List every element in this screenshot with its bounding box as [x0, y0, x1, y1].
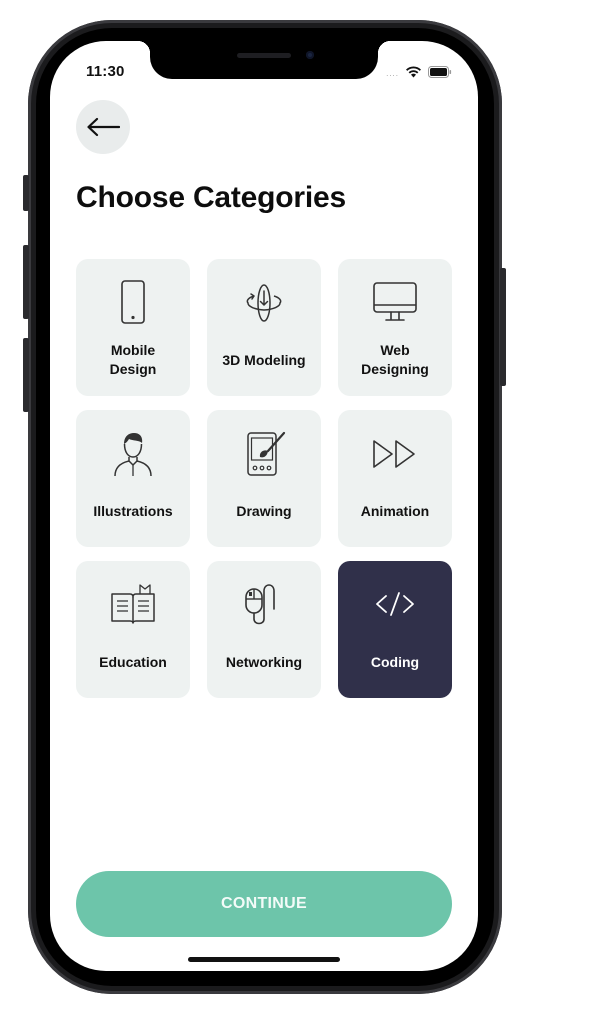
speaker [237, 53, 291, 58]
category-label: Animation [360, 502, 430, 519]
category-label: 3D Modeling [222, 351, 306, 368]
category-card-networking[interactable]: Networking [207, 561, 321, 698]
back-button[interactable] [76, 100, 130, 154]
tablet-brush-icon [240, 430, 288, 478]
silent-switch [23, 175, 29, 211]
status-time: 11:30 [86, 63, 125, 80]
arrow-left-icon [87, 117, 120, 137]
home-indicator [188, 957, 340, 962]
person-illustration-icon [109, 430, 157, 478]
category-card-education[interactable]: Education [76, 561, 190, 698]
category-label: Web Designing [361, 342, 429, 377]
smartphone-icon [109, 279, 157, 327]
category-card-web-designing[interactable]: Web Designing [338, 259, 452, 396]
category-label: Coding [370, 653, 420, 670]
category-card-animation[interactable]: Animation [338, 410, 452, 547]
volume-down-button [23, 338, 29, 412]
rotate-3d-icon [240, 279, 288, 327]
camera [306, 51, 314, 59]
battery-icon [428, 65, 452, 83]
category-label: Illustrations [93, 502, 173, 519]
category-label: Education [99, 653, 167, 670]
category-label: Networking [225, 653, 303, 670]
category-card-drawing[interactable]: Drawing [207, 410, 321, 547]
app-screen: 11:30 .... Choose Categories Mobile Desi… [50, 41, 478, 971]
power-button [500, 268, 506, 386]
page-title: Choose Categories [76, 181, 346, 214]
signal-dots: .... [386, 68, 399, 78]
category-card-mobile-design[interactable]: Mobile Design [76, 259, 190, 396]
category-label: Mobile Design [109, 342, 157, 377]
wifi-icon [405, 65, 422, 83]
category-grid: Mobile Design 3D Modeling Web Designing … [76, 259, 452, 698]
category-label: Drawing [236, 502, 292, 519]
monitor-icon [371, 279, 419, 327]
open-book-icon [109, 581, 157, 629]
category-card-3d-modeling[interactable]: 3D Modeling [207, 259, 321, 396]
mouse-cable-icon [240, 581, 288, 629]
status-icons: .... [386, 65, 452, 83]
code-icon [371, 581, 419, 629]
category-card-illustrations[interactable]: Illustrations [76, 410, 190, 547]
notch [138, 41, 390, 79]
play-forward-icon [371, 430, 419, 478]
category-card-coding[interactable]: Coding [338, 561, 452, 698]
volume-up-button [23, 245, 29, 319]
continue-button[interactable]: CONTINUE [76, 871, 452, 937]
